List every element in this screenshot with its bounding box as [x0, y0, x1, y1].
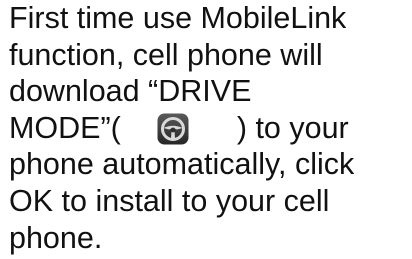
- instruction-line-2: function, cell phone will: [9, 37, 323, 72]
- instruction-line-4-start: MODE”(: [9, 110, 121, 145]
- instruction-line-5: phone automatically, click: [9, 147, 355, 182]
- instruction-line-3: download “DRIVE: [9, 74, 252, 109]
- drive-mode-icon-slot: [121, 113, 237, 145]
- instruction-line-4: MODE”( ) to your: [9, 110, 409, 147]
- instruction-line-6: OK to install to your cell: [9, 183, 330, 218]
- instruction-line-7: phone.: [9, 220, 103, 255]
- steering-wheel-icon: [157, 113, 189, 145]
- instruction-text-block: First time use MobileLink function, cell…: [9, 0, 409, 259]
- instruction-line-4-end: ) to your: [236, 110, 349, 145]
- instruction-line-1: First time use MobileLink: [9, 1, 347, 35]
